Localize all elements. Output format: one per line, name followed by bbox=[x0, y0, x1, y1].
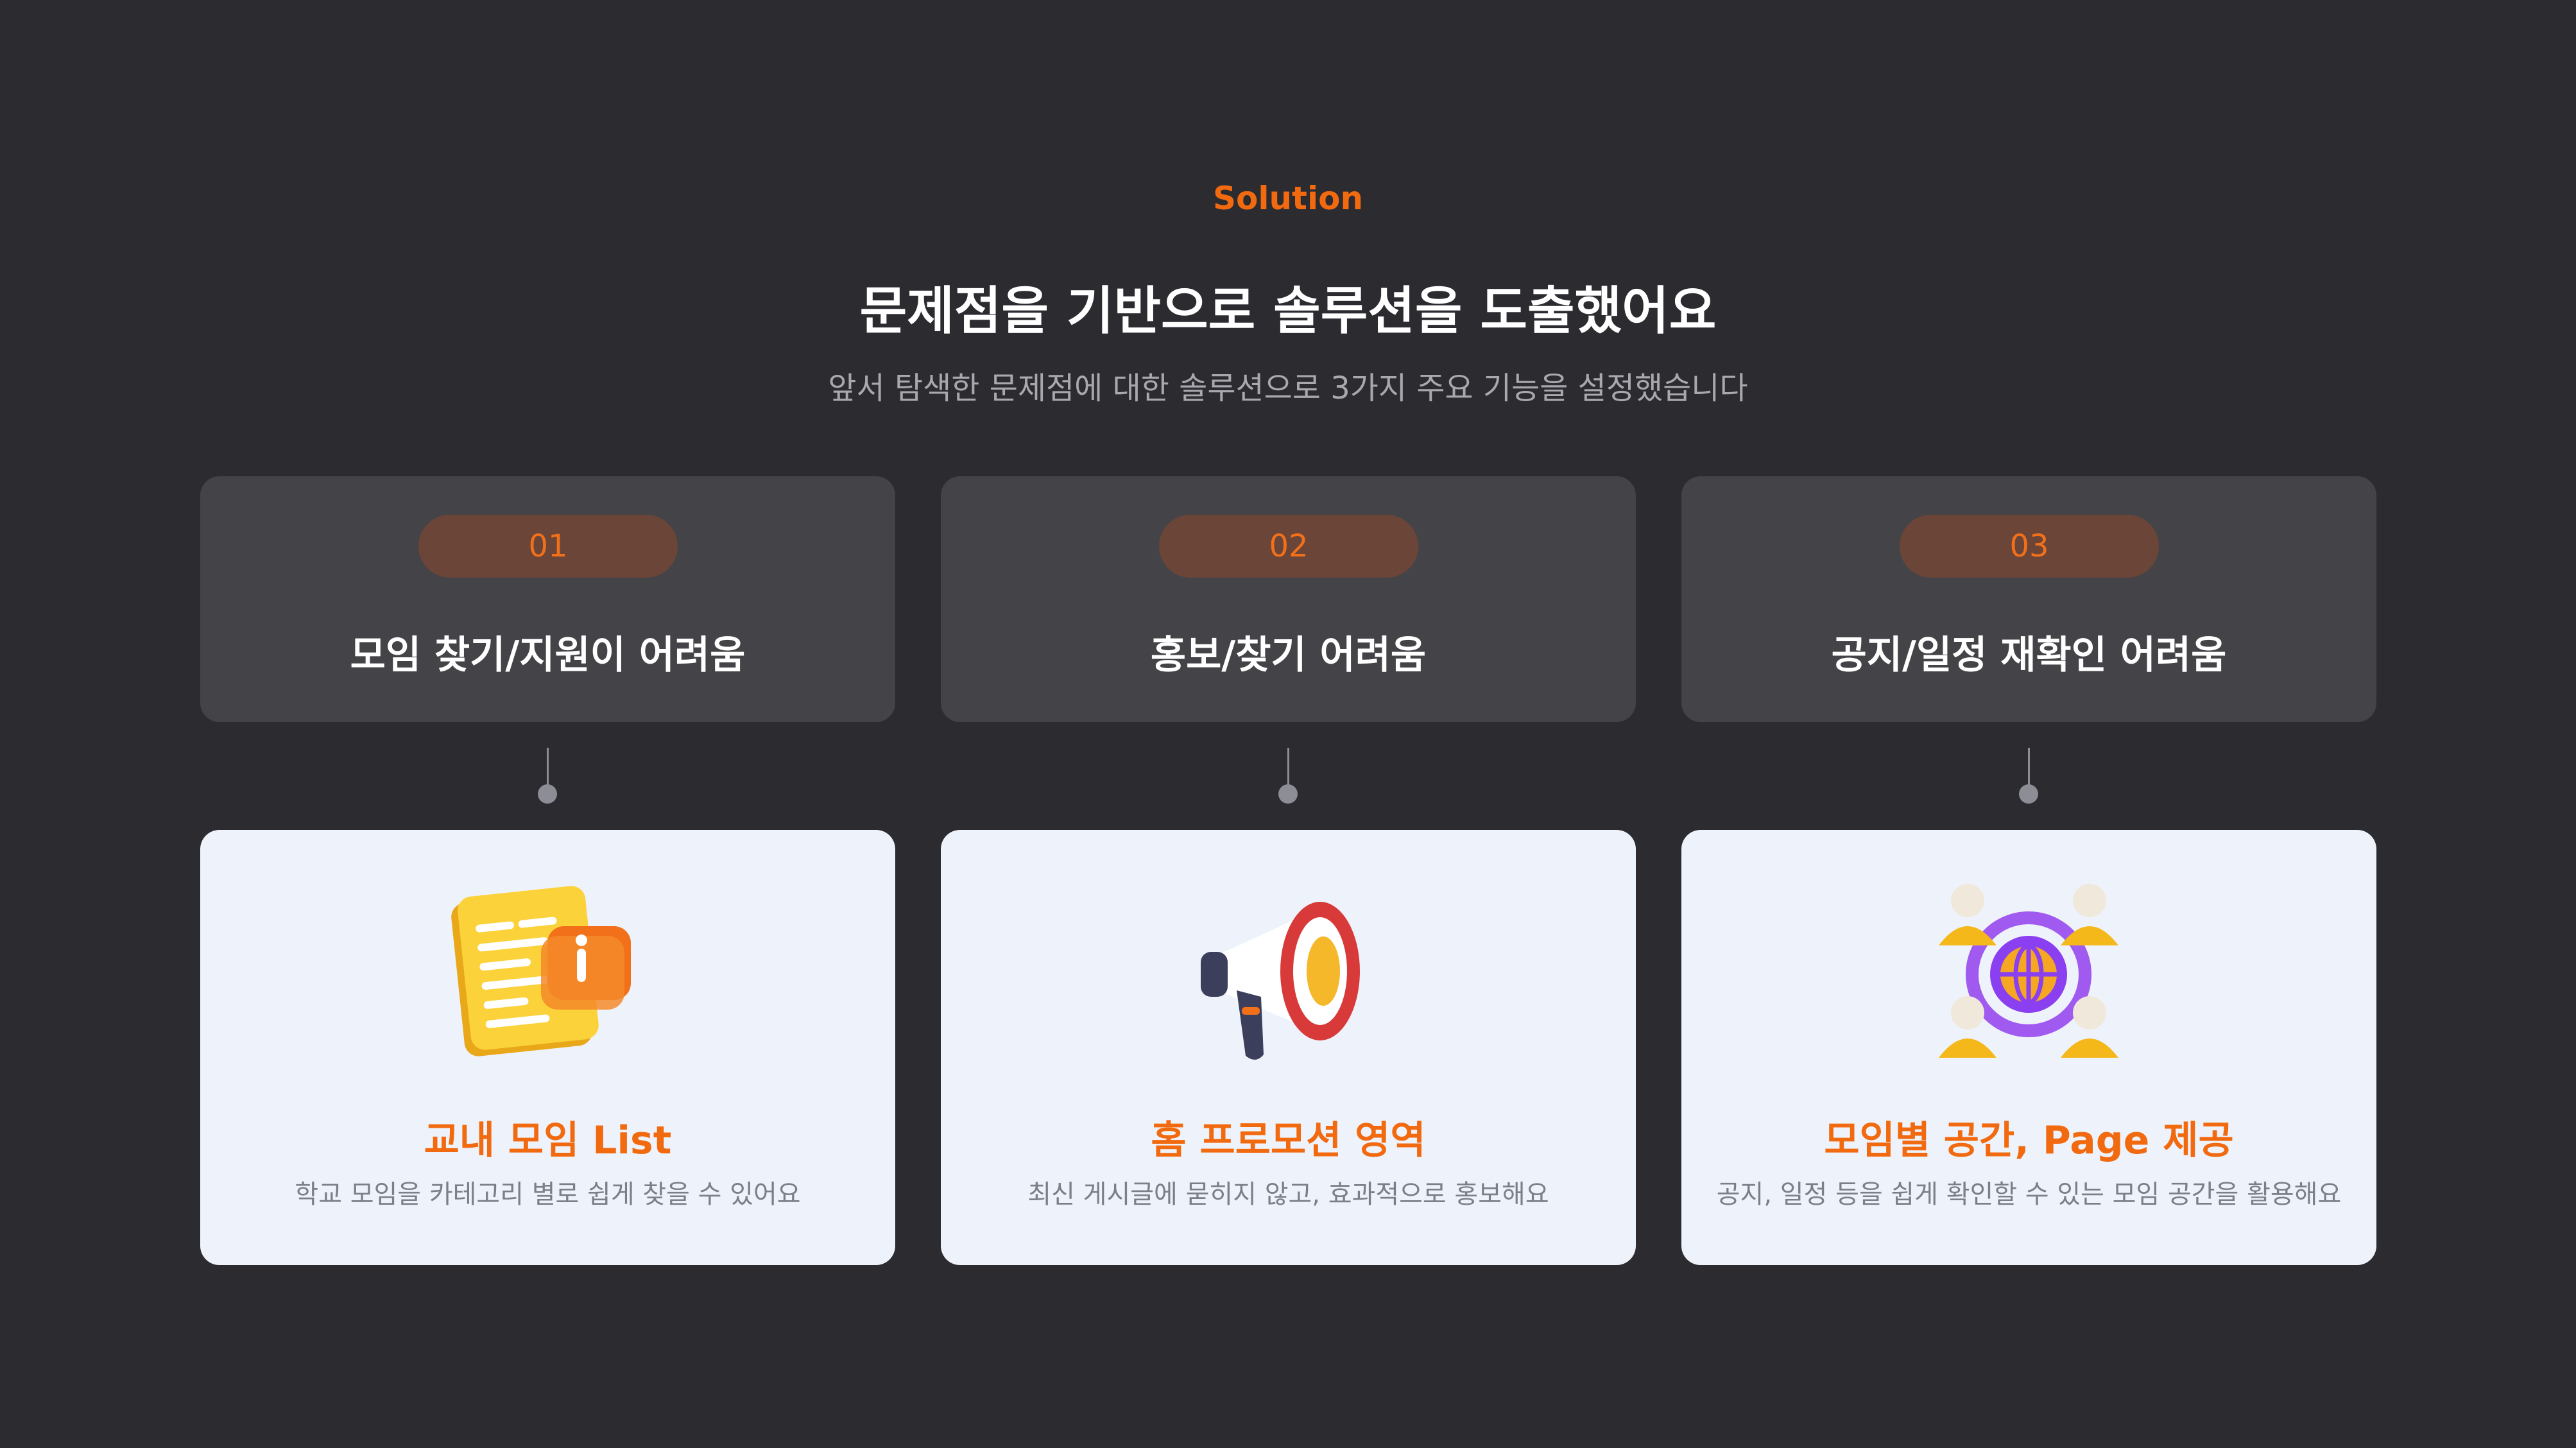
feature-column-2: 02 홍보/찾기 어려움 홈 프로모션 영역 최신 게시글에 묻히지 않고, 효… bbox=[941, 0, 1636, 1448]
solution-title: 홈 프로모션 영역 bbox=[1151, 1118, 1426, 1163]
document-info-icon bbox=[451, 886, 631, 1056]
problem-title: 공지/일정 재확인 어려움 bbox=[1831, 633, 2227, 678]
problem-title: 홍보/찾기 어려움 bbox=[1150, 633, 1427, 678]
solution-description: 학교 모임을 카테고리 별로 쉽게 찾을 수 있어요 bbox=[295, 1180, 801, 1209]
problem-number-badge: 02 bbox=[1159, 515, 1418, 578]
problem-card-3: 03 공지/일정 재확인 어려움 bbox=[1681, 476, 2376, 722]
solution-card-2: 홈 프로모션 영역 최신 게시글에 묻히지 않고, 효과적으로 홍보해요 bbox=[941, 830, 1636, 1265]
feature-column-1: 01 모임 찾기/지원이 어려움 교내 모임 List 학교 모임을 카테고리 … bbox=[200, 0, 895, 1448]
problem-card-2: 02 홍보/찾기 어려움 bbox=[941, 476, 1636, 722]
megaphone-icon bbox=[1201, 902, 1360, 1060]
problem-number-badge: 03 bbox=[1900, 515, 2159, 578]
problem-number-badge: 01 bbox=[418, 515, 678, 578]
problem-card-1: 01 모임 찾기/지원이 어려움 bbox=[200, 476, 895, 722]
problem-title: 모임 찾기/지원이 어려움 bbox=[350, 633, 746, 678]
connector-dot bbox=[1278, 784, 1298, 804]
connector-dot bbox=[538, 784, 557, 804]
community-globe-icon bbox=[1939, 884, 2118, 1058]
solution-description: 최신 게시글에 묻히지 않고, 효과적으로 홍보해요 bbox=[1027, 1180, 1549, 1209]
feature-column-3: 03 공지/일정 재확인 어려움 모임별 공간, Page 제공 공지, 일정 … bbox=[1681, 0, 2376, 1448]
connector-dot bbox=[2019, 784, 2038, 804]
solution-card-1: 교내 모임 List 학교 모임을 카테고리 별로 쉽게 찾을 수 있어요 bbox=[200, 830, 895, 1265]
solution-title: 모임별 공간, Page 제공 bbox=[1824, 1118, 2234, 1163]
solution-card-3: 모임별 공간, Page 제공 공지, 일정 등을 쉽게 확인할 수 있는 모임… bbox=[1681, 830, 2376, 1265]
solution-description: 공지, 일정 등을 쉽게 확인할 수 있는 모임 공간을 활용해요 bbox=[1716, 1180, 2342, 1209]
solution-title: 교내 모임 List bbox=[424, 1118, 672, 1163]
